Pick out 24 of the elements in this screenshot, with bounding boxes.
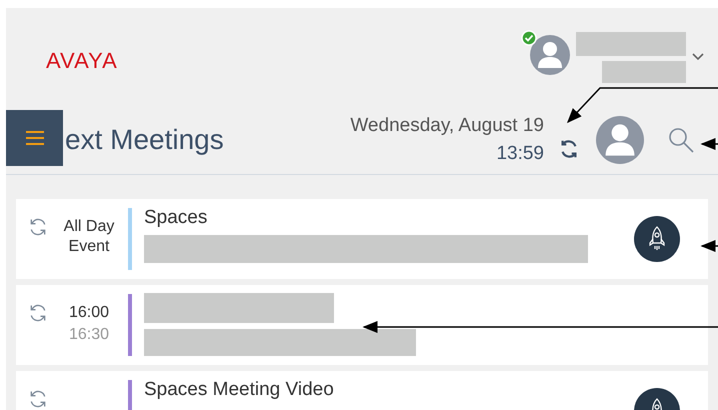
meeting-card[interactable]: Spaces Meeting Video bbox=[16, 371, 708, 410]
menu-button[interactable] bbox=[6, 110, 63, 166]
search-button[interactable] bbox=[668, 127, 694, 153]
annotation-arrow bbox=[700, 138, 718, 150]
date-text: Wednesday, August 19 bbox=[350, 115, 544, 137]
sync-icon bbox=[28, 389, 48, 409]
sync-icon bbox=[28, 217, 48, 237]
meeting-card[interactable]: All Day Event Spaces bbox=[16, 199, 708, 279]
sync-icon bbox=[28, 303, 48, 323]
meeting-card[interactable]: 16:00 16:30 bbox=[16, 285, 708, 365]
meeting-title: Spaces Meeting Video bbox=[144, 379, 335, 401]
space-button[interactable] bbox=[634, 216, 680, 262]
annotation-arrow bbox=[700, 240, 718, 252]
chevron-down-icon[interactable] bbox=[692, 53, 704, 61]
profile-avatar[interactable] bbox=[596, 116, 644, 164]
user-avatar[interactable] bbox=[530, 34, 570, 74]
page-title: ext Meetings bbox=[65, 124, 225, 156]
logo: AVAYA bbox=[46, 48, 118, 74]
time-text: 13:59 bbox=[496, 143, 544, 165]
menu-icon bbox=[26, 130, 44, 146]
start-time: All Day Event bbox=[62, 217, 116, 257]
start-time: 16:00 bbox=[68, 303, 110, 323]
end-time: 16:30 bbox=[68, 326, 110, 344]
meeting-title: Spaces bbox=[144, 207, 208, 229]
